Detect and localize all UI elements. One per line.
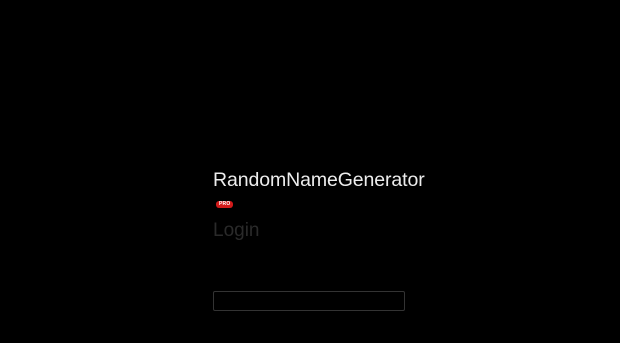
username-input[interactable] [213,291,405,311]
pro-badge: PRO [216,201,234,208]
brand-name[interactable]: RandomNameGenerator [213,168,425,192]
login-page: RandomNameGenerator PRO Login [0,0,620,343]
login-title: Login [213,220,260,241]
login-panel: RandomNameGenerator PRO Login [213,168,425,311]
